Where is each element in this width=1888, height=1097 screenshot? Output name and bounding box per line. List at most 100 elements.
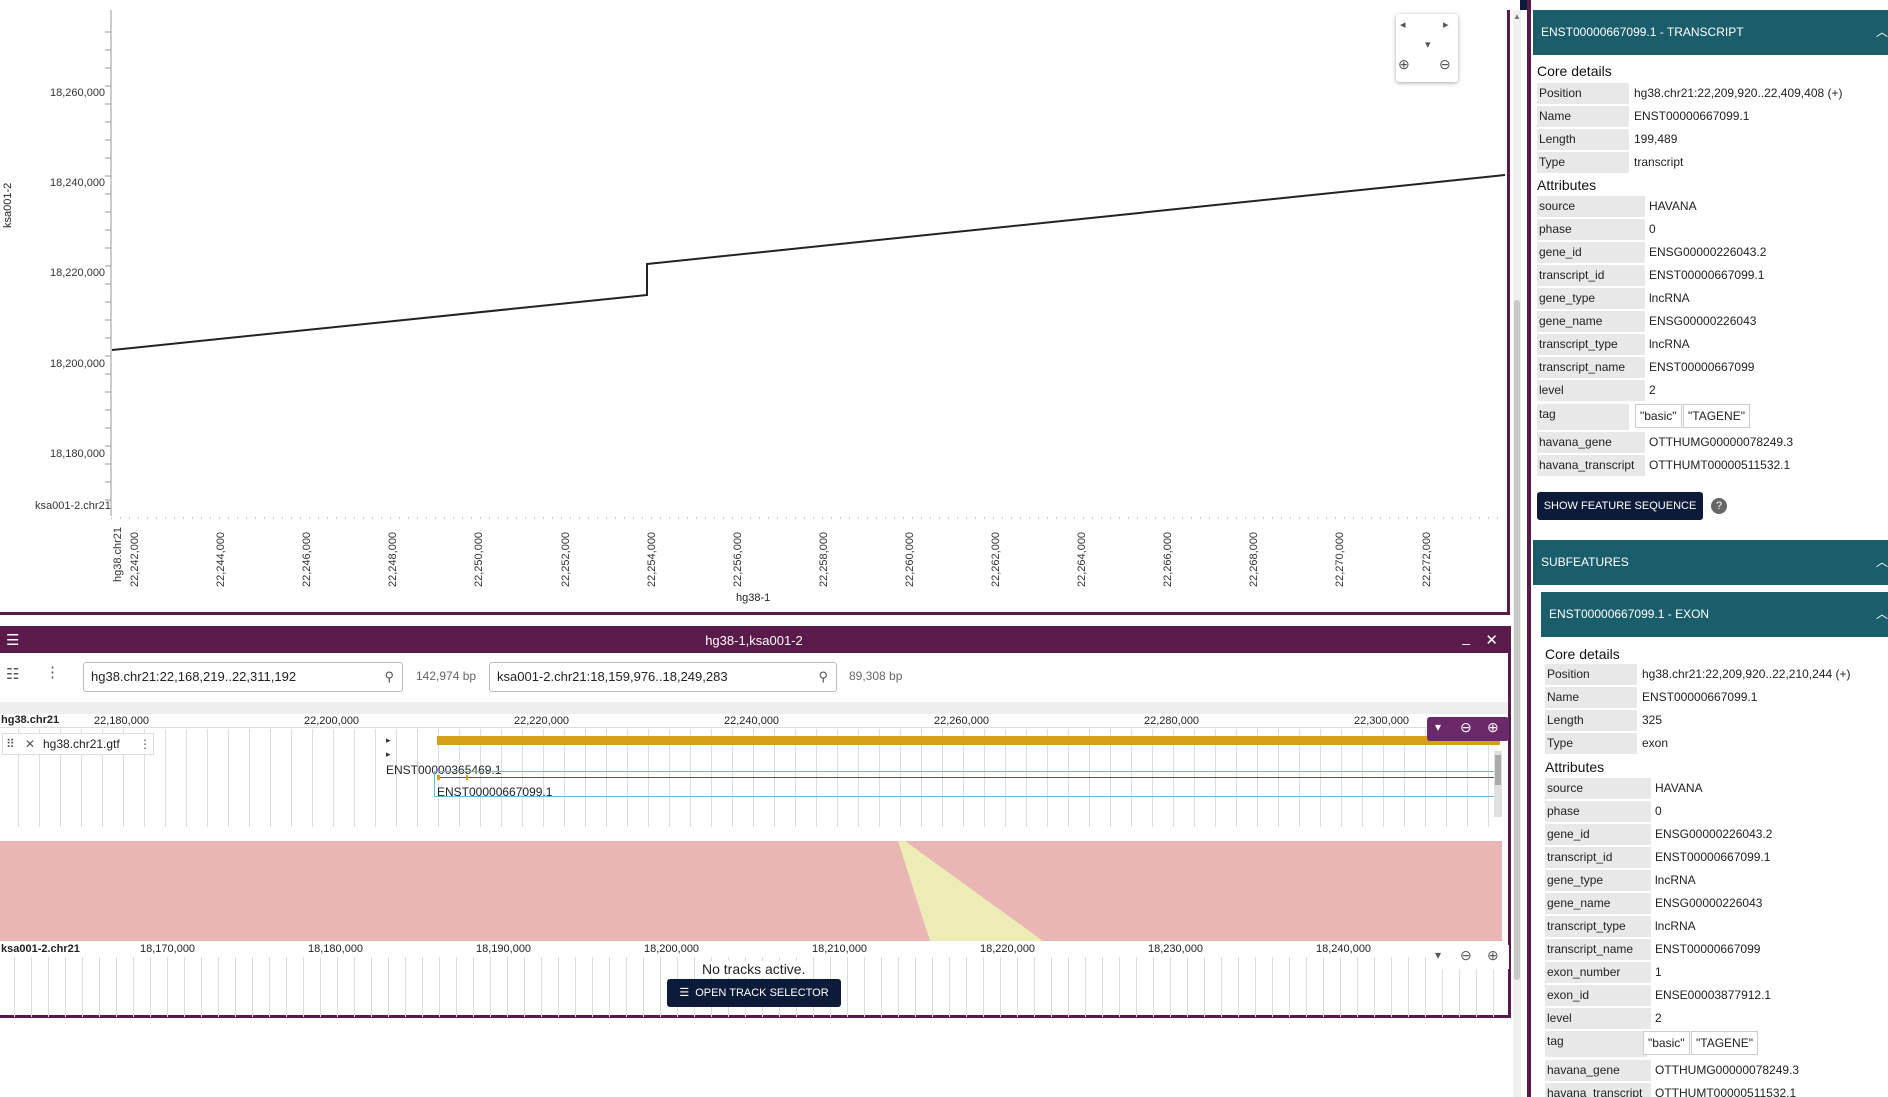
- ruler-tick-label: 22,220,000: [514, 715, 570, 727]
- attr-value: lncRNA: [1649, 337, 1690, 351]
- exon-core-row: Position hg38.chr21:22,209,920..22,210,24…: [1545, 664, 1888, 685]
- close-icon[interactable]: ✕: [1485, 629, 1498, 653]
- drag-handle-icon[interactable]: ⠿: [6, 734, 15, 754]
- feature-label[interactable]: ENST00000667099.1: [437, 785, 552, 799]
- exon-attr-key: level: [1545, 1008, 1651, 1029]
- chevron-up-icon[interactable]: ︿: [1876, 540, 1888, 585]
- close-track-icon[interactable]: ✕: [25, 734, 35, 754]
- core-row: Type transcript: [1537, 152, 1888, 173]
- synteny-band[interactable]: [0, 841, 1502, 941]
- exon-attr-row: level 2: [1545, 1008, 1888, 1029]
- ruler-ref-label: hg38.chr21: [1, 714, 60, 726]
- feature-exon[interactable]: [466, 775, 468, 780]
- main-scrollbar[interactable]: ▲: [1513, 10, 1521, 1097]
- attr-value: ENSG00000226043: [1649, 314, 1757, 328]
- attr-key: gene_id: [1537, 242, 1645, 263]
- attr-key: gene_name: [1537, 311, 1645, 332]
- exon-attr-row: havana_gene OTTHUMG00000078249.3: [1545, 1060, 1888, 1081]
- zoom-in-icon[interactable]: ⊕: [1398, 56, 1410, 73]
- dotplot-view[interactable]: ksa001-2 18,260,000 18,240,000 18,220,00…: [0, 10, 1510, 615]
- attr-key: transcript_name: [1537, 357, 1645, 378]
- feature-gene-bar[interactable]: [437, 736, 1500, 745]
- exon-attr-key: havana_gene: [1545, 1060, 1651, 1081]
- subfeatures-header[interactable]: SUBFEATURES ︿: [1533, 540, 1888, 585]
- attr-row: gene_type lncRNA: [1537, 288, 1888, 309]
- chevron-down-icon[interactable]: ▾: [1435, 948, 1441, 962]
- exon-core-value: exon: [1642, 736, 1669, 750]
- exon-attr-row: source HAVANA: [1545, 778, 1888, 799]
- exon-attr-row: phase 0: [1545, 801, 1888, 822]
- feature-intron-line: [437, 777, 1497, 778]
- attr-value: 0: [1649, 222, 1656, 236]
- show-feature-sequence-button[interactable]: SHOW FEATURE SEQUENCE: [1537, 492, 1703, 520]
- feature-selected-box[interactable]: [434, 771, 1500, 797]
- ruler-2[interactable]: ksa001-2.chr21: [0, 941, 1508, 955]
- ruler-tick-label: 22,240,000: [724, 715, 780, 727]
- feature-exon[interactable]: [437, 775, 440, 780]
- x-tick: 22,244,000: [215, 531, 228, 587]
- open-track-selector-button[interactable]: ☰ OPEN TRACK SELECTOR: [667, 979, 841, 1007]
- ruler-tick-label: 22,300,000: [1354, 715, 1410, 727]
- tag-chip: "TAGENE": [1683, 404, 1750, 428]
- zoom-in-icon[interactable]: ⊕: [1487, 947, 1499, 964]
- view-title: hg38-1,ksa001-2: [705, 633, 803, 648]
- exon-attr-row: gene_type lncRNA: [1545, 870, 1888, 891]
- x-tick: 22,262,000: [990, 531, 1002, 587]
- x-ref-label: hg38.chr21: [112, 526, 124, 582]
- search-icon[interactable]: ⚲: [818, 663, 828, 691]
- transcript-header[interactable]: ENST00000667099.1 - TRANSCRIPT ︿: [1533, 10, 1888, 55]
- x-tick: 22,268,000: [1248, 531, 1261, 587]
- ruler-tick-label: 18,170,000: [140, 943, 196, 955]
- attr-row: level 2: [1537, 380, 1888, 401]
- chevron-up-icon[interactable]: ︿: [1876, 10, 1888, 55]
- exon-header[interactable]: ENST00000667099.1 - EXON ︿: [1541, 592, 1888, 637]
- attr-key: tag: [1545, 1031, 1647, 1057]
- exon-attr-key: gene_name: [1545, 893, 1651, 914]
- pan-down-icon[interactable]: ▾: [1425, 38, 1431, 51]
- strand-arrow-icon: ▸: [386, 735, 391, 745]
- track-scrollbar[interactable]: [1494, 751, 1502, 817]
- exon-core-value: hg38.chr21:22,209,920..22,210,244 (+): [1642, 667, 1851, 681]
- zoom-out-icon[interactable]: ⊖: [1439, 56, 1451, 73]
- core-row: Position hg38.chr21:22,209,920..22,409,40…: [1537, 83, 1888, 104]
- transcript-header-title: ENST00000667099.1 - TRANSCRIPT: [1541, 25, 1744, 39]
- track-list-icon[interactable]: ☷: [6, 665, 19, 683]
- attr-value: ENST00000667099.1: [1649, 268, 1765, 282]
- tag-chip: "basic": [1635, 404, 1682, 428]
- zoom-in-icon[interactable]: ⊕: [1487, 719, 1499, 736]
- core-value: ENST00000667099.1: [1634, 109, 1750, 123]
- pan-left-icon[interactable]: ◂: [1400, 18, 1406, 31]
- zoom-out-icon[interactable]: ⊖: [1460, 719, 1472, 736]
- no-tracks-text: No tracks active.: [702, 961, 806, 977]
- attr-key: source: [1537, 196, 1645, 217]
- attr-row: phase 0: [1537, 219, 1888, 240]
- attr-key: transcript_type: [1537, 334, 1645, 355]
- attr-row: gene_name ENSG00000226043: [1537, 311, 1888, 332]
- exon-attr-key: gene_type: [1545, 870, 1651, 891]
- view-menu-icon[interactable]: ☰: [6, 629, 19, 653]
- exon-core-value: ENST00000667099.1: [1642, 690, 1758, 704]
- core-row: Length 199,489: [1537, 129, 1888, 150]
- track-area[interactable]: ⠿ ✕ hg38.chr21.gtf ⋮ ▸ ▸ ENST00000365469…: [0, 729, 1508, 827]
- exon-attr-row: transcript_name ENST00000667099: [1545, 939, 1888, 960]
- search-icon[interactable]: ⚲: [384, 663, 394, 691]
- location-input-1[interactable]: hg38.chr21:22,168,219..22,311,192 ⚲: [83, 662, 403, 692]
- more-vert-icon[interactable]: ⋮: [45, 663, 60, 681]
- core-key: Length: [1537, 129, 1629, 150]
- pan-right-icon[interactable]: ▸: [1443, 18, 1449, 31]
- track-label[interactable]: ⠿ ✕ hg38.chr21.gtf ⋮: [2, 733, 154, 755]
- attr-value: OTTHUMT00000511532.1: [1649, 458, 1791, 472]
- open-track-selector-label: OPEN TRACK SELECTOR: [695, 987, 829, 999]
- zoom-out-icon[interactable]: ⊖: [1460, 947, 1472, 964]
- chevron-up-icon[interactable]: ︿: [1876, 592, 1888, 637]
- minimize-icon[interactable]: _: [1462, 625, 1470, 649]
- location-text-1: hg38.chr21:22,168,219..22,311,192: [91, 669, 297, 684]
- scroll-up-icon[interactable]: ▲: [1513, 12, 1521, 21]
- track-menu-icon[interactable]: ⋮: [139, 734, 151, 754]
- chevron-down-icon[interactable]: ▾: [1435, 720, 1441, 734]
- attr-key: transcript_id: [1537, 265, 1645, 286]
- help-icon[interactable]: ?: [1711, 498, 1727, 514]
- exon-attr-value: ENST00000667099: [1655, 942, 1761, 956]
- location-input-2[interactable]: ksa001-2.chr21:18,159,976..18,249,283 ⚲: [489, 662, 837, 692]
- exon-attr-value: ENSE00003877912.1: [1655, 988, 1772, 1002]
